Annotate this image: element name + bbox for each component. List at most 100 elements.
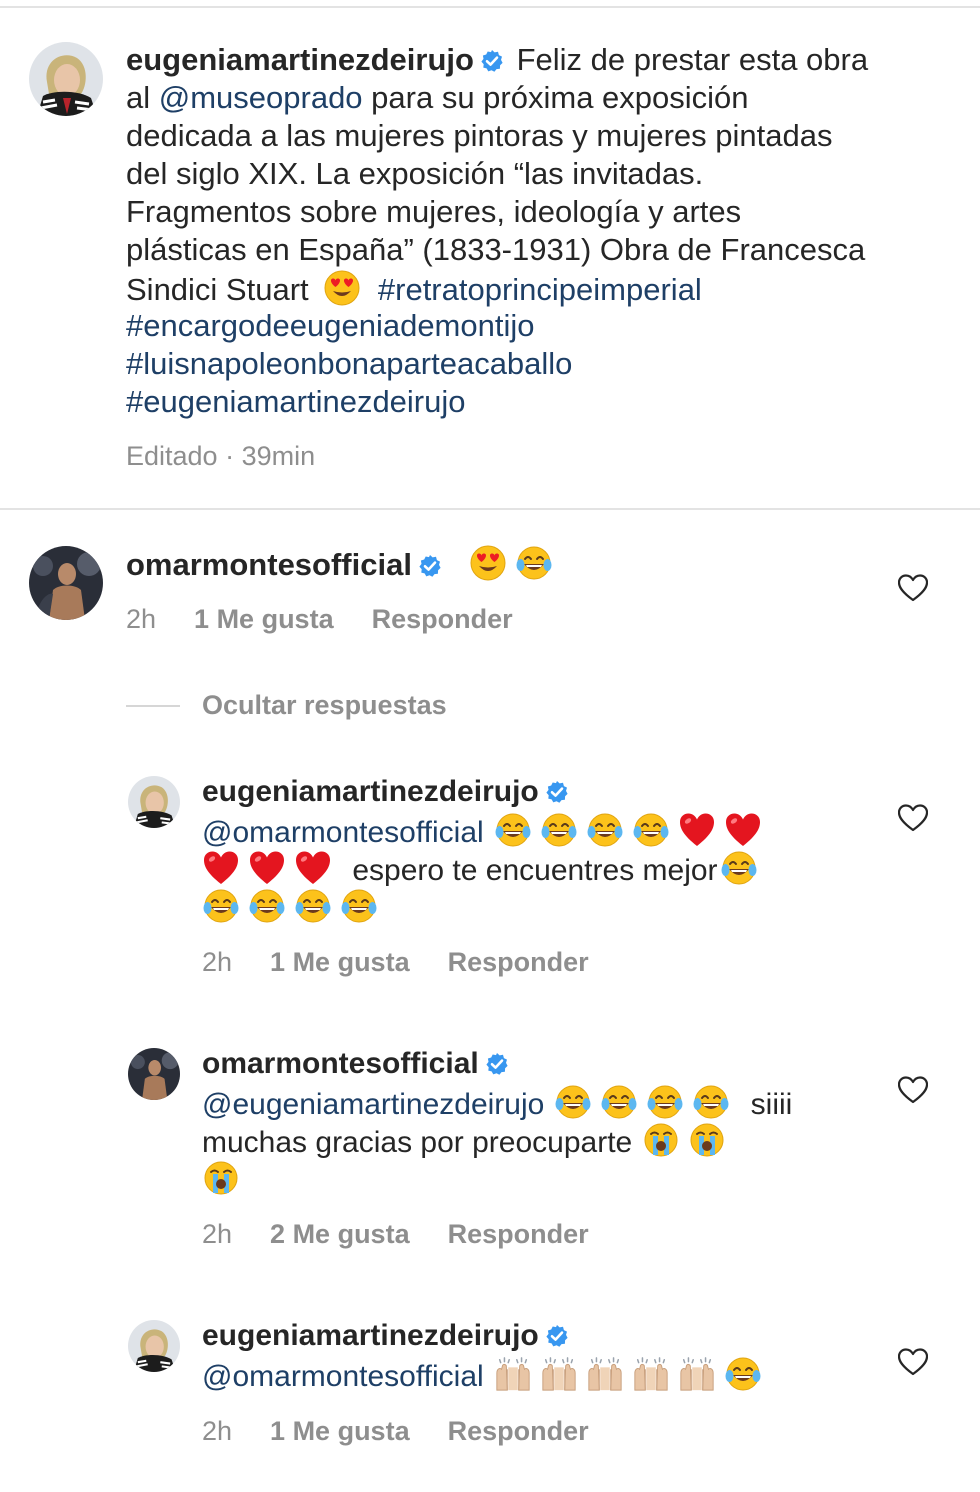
hide-replies-line xyxy=(126,705,180,707)
caption-meta: Editado · 39min xyxy=(126,441,316,471)
laughing-tears-emoji xyxy=(540,811,578,849)
reply-button[interactable]: Responder xyxy=(448,946,589,978)
avatar-eugenia[interactable] xyxy=(128,1320,180,1372)
reply-likes[interactable]: 1 Me gusta xyxy=(270,1415,410,1447)
top-divider xyxy=(0,6,980,8)
reply-time: 2h xyxy=(202,947,233,977)
loudly-crying-emoji xyxy=(202,1159,240,1197)
reply-line-1: @omarmontesofficial xyxy=(202,811,770,852)
mention-link[interactable]: @eugeniamartinezdeirujo xyxy=(202,1088,544,1121)
caption-text: Sindici Stuart xyxy=(126,272,309,307)
heart-outline-icon[interactable] xyxy=(898,1076,928,1104)
avatar-omar[interactable] xyxy=(29,546,103,620)
heart-eyes-emoji xyxy=(323,269,361,307)
reply-line-2: muchas gracias por preocuparte xyxy=(202,1121,734,1162)
reply-line-1: @omarmontesofficial xyxy=(202,1355,770,1396)
verified-badge-icon xyxy=(545,1324,569,1348)
red-heart-emoji xyxy=(724,811,762,849)
comment-meta: 2h 1 Me gusta Responder xyxy=(126,603,551,635)
mention-link[interactable]: @omarmontesofficial xyxy=(202,816,484,849)
caption-line-3: dedicada a las mujeres pintoras y mujere… xyxy=(126,118,833,153)
laughing-tears-emoji xyxy=(586,811,624,849)
loudly-crying-emoji xyxy=(688,1121,726,1159)
mention-link[interactable]: @museoprado xyxy=(159,80,363,115)
raised-hands-emoji xyxy=(586,1355,624,1393)
mention-link[interactable]: @omarmontesofficial xyxy=(202,1360,484,1393)
verified-badge-icon xyxy=(418,554,442,578)
heart-eyes-emoji xyxy=(469,544,507,582)
laughing-tears-emoji xyxy=(294,887,332,925)
caption-line-2: al @museoprado para su próxima exposició… xyxy=(126,79,749,117)
comment-likes[interactable]: 1 Me gusta xyxy=(194,603,334,635)
caption-line-1: eugeniamartinezdeirujo Feliz de prestar … xyxy=(126,41,868,79)
hashtag-link[interactable]: #retratoprincipeimperial xyxy=(378,272,702,307)
heart-outline-icon[interactable] xyxy=(898,574,928,602)
red-heart-emoji xyxy=(294,849,332,887)
caption-text: al xyxy=(126,80,159,115)
reply-text: espero te encuentres mejor xyxy=(352,854,718,887)
laughing-tears-emoji xyxy=(724,1355,762,1393)
reply-time: 2h xyxy=(202,1219,233,1249)
avatar-omar[interactable] xyxy=(128,1048,180,1100)
laughing-tears-emoji xyxy=(494,811,532,849)
hide-replies-button[interactable]: Ocultar respuestas xyxy=(202,689,447,721)
red-heart-emoji xyxy=(248,849,286,887)
reply-text: muchas gracias por preocuparte xyxy=(202,1126,633,1159)
laughing-tears-emoji xyxy=(554,1083,592,1121)
raised-hands-emoji xyxy=(678,1355,716,1393)
reply-line-2: espero te encuentres mejor xyxy=(202,849,766,890)
reply-line-3 xyxy=(202,1159,248,1200)
laughing-tears-emoji xyxy=(600,1083,638,1121)
laughing-tears-emoji xyxy=(248,887,286,925)
raised-hands-emoji xyxy=(632,1355,670,1393)
caption-divider xyxy=(0,508,980,510)
comment-time: 2h xyxy=(126,604,157,634)
caption-text: para su próxima exposición xyxy=(362,80,749,115)
reply-username[interactable]: eugeniamartinezdeirujo xyxy=(202,775,539,808)
reply-likes[interactable]: 2 Me gusta xyxy=(270,1218,410,1250)
laughing-tears-emoji xyxy=(202,887,240,925)
reply-header: eugeniamartinezdeirujo xyxy=(202,1317,573,1355)
reply-header: omarmontesofficial xyxy=(202,1045,513,1083)
reply-button[interactable]: Responder xyxy=(372,603,513,635)
reply-text: siiii xyxy=(750,1088,793,1121)
comment-username[interactable]: omarmontesofficial xyxy=(126,547,412,582)
hashtag-link[interactable]: #eugeniamartinezdeirujo xyxy=(126,383,466,421)
laughing-tears-emoji xyxy=(515,544,553,582)
caption-line-5: Fragmentos sobre mujeres, ideología y ar… xyxy=(126,194,742,229)
caption-username[interactable]: eugeniamartinezdeirujo xyxy=(126,42,474,77)
avatar-eugenia[interactable] xyxy=(128,776,180,828)
caption-line-6: plásticas en España” (1833-1931) Obra de… xyxy=(126,232,866,267)
avatar-eugenia[interactable] xyxy=(29,42,103,116)
reply-button[interactable]: Responder xyxy=(448,1415,589,1447)
heart-outline-icon[interactable] xyxy=(898,1348,928,1376)
verified-badge-icon xyxy=(480,49,504,73)
laughing-tears-emoji xyxy=(646,1083,684,1121)
reply-meta: 2h 2 Me gusta Responder xyxy=(202,1218,627,1250)
hashtag-link[interactable]: #encargodeeugeniademontijo xyxy=(126,307,535,345)
reply-line-3 xyxy=(202,887,386,928)
hashtag-link[interactable]: #luisnapoleonbonaparteacaballo xyxy=(126,345,572,383)
red-heart-emoji xyxy=(202,849,240,887)
raised-hands-emoji xyxy=(494,1355,532,1393)
reply-likes[interactable]: 1 Me gusta xyxy=(270,946,410,978)
laughing-tears-emoji xyxy=(692,1083,730,1121)
loudly-crying-emoji xyxy=(642,1121,680,1159)
reply-time: 2h xyxy=(202,1416,233,1446)
verified-badge-icon xyxy=(545,780,569,804)
reply-header: eugeniamartinezdeirujo xyxy=(202,773,573,811)
reply-username[interactable]: eugeniamartinezdeirujo xyxy=(202,1319,539,1352)
laughing-tears-emoji xyxy=(340,887,378,925)
reply-meta: 2h 1 Me gusta Responder xyxy=(202,946,627,978)
heart-outline-icon[interactable] xyxy=(898,804,928,832)
laughing-tears-emoji xyxy=(632,811,670,849)
caption-line-4: del siglo XIX. La exposición “las invita… xyxy=(126,156,704,191)
red-heart-emoji xyxy=(678,811,716,849)
verified-badge-icon xyxy=(485,1052,509,1076)
reply-button[interactable]: Responder xyxy=(448,1218,589,1250)
caption-line-7: Sindici Stuart #retratoprincipeimperial xyxy=(126,269,702,309)
reply-username[interactable]: omarmontesofficial xyxy=(202,1047,479,1080)
reply-line-1: @eugeniamartinezdeirujo siiii xyxy=(202,1083,792,1124)
laughing-tears-emoji xyxy=(720,849,758,887)
reply-meta: 2h 1 Me gusta Responder xyxy=(202,1415,627,1447)
